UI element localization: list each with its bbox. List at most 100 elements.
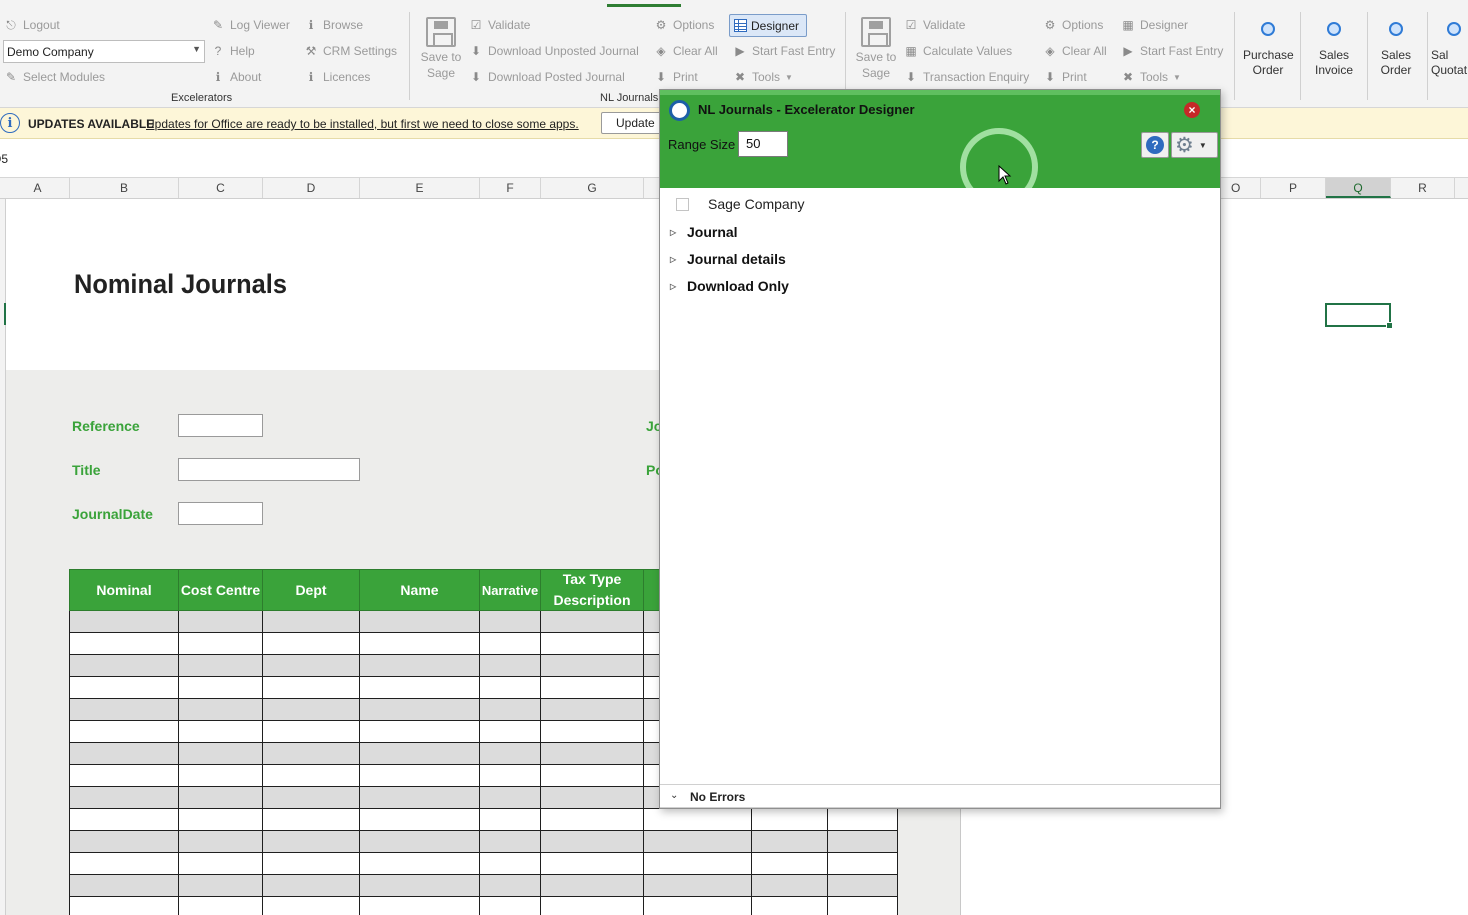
table-row[interactable]: [69, 875, 898, 897]
sage-company-checkbox[interactable]: [676, 198, 689, 211]
options-icon: ⚙: [655, 18, 667, 32]
page-title: Nominal Journals: [74, 269, 287, 299]
designer-pane[interactable]: NL Journals - Excelerator Designer × Ran…: [659, 89, 1221, 809]
clear-all-button-2[interactable]: ◈ Clear All: [1043, 44, 1106, 58]
options-icon: ⚙: [1044, 18, 1056, 32]
help-button[interactable]: ? Help: [211, 44, 255, 58]
pane-title-bar[interactable]: NL Journals - Excelerator Designer ×: [660, 90, 1220, 128]
company-select[interactable]: Demo Company ▼: [3, 40, 205, 63]
table-row[interactable]: [69, 897, 898, 915]
transaction-enquiry-button[interactable]: ⬇ Transaction Enquiry: [904, 70, 1029, 84]
update-message-link[interactable]: Updates for Office are ready to be insta…: [146, 117, 579, 131]
options-button[interactable]: ⚙ Options: [654, 18, 715, 32]
table-row[interactable]: [69, 809, 898, 831]
column-header-f[interactable]: F: [480, 178, 541, 198]
about-button[interactable]: ℹ About: [211, 70, 262, 84]
play-icon: ▶: [1123, 44, 1133, 58]
table-grid-line: [479, 611, 480, 915]
sales-quotation-button[interactable]: Sal Quotat: [1431, 22, 1468, 78]
download-icon: ⬇: [1044, 70, 1056, 84]
column-header-p[interactable]: P: [1261, 178, 1326, 198]
close-icon[interactable]: ×: [1184, 102, 1200, 118]
group-label-nl-journals: NL Journals: [600, 92, 659, 104]
start-fast-entry-button[interactable]: ▶ Start Fast Entry: [733, 44, 835, 58]
column-header-g[interactable]: G: [541, 178, 644, 198]
selected-cell-q5[interactable]: [1325, 303, 1393, 329]
download-icon: ⬇: [655, 70, 667, 84]
title-input[interactable]: [178, 458, 360, 481]
options-button-2[interactable]: ⚙ Options: [1043, 18, 1104, 32]
table-header-cost-centre: Cost Centre: [178, 569, 263, 611]
info-icon: ℹ: [308, 18, 314, 32]
expand-icon[interactable]: ▷: [670, 228, 678, 237]
group-separator: [845, 12, 846, 100]
licences-button[interactable]: ℹ Licences: [304, 70, 371, 84]
print-button-2[interactable]: ⬇ Print: [1043, 70, 1087, 84]
crm-settings-button[interactable]: ⚒ CRM Settings: [304, 44, 397, 58]
column-header-a[interactable]: A: [6, 178, 70, 198]
download-posted-journal-button[interactable]: ⬇ Download Posted Journal: [469, 70, 625, 84]
settings-dropdown-button[interactable]: ⚙ ▼: [1171, 132, 1218, 158]
expand-icon[interactable]: ▷: [670, 282, 678, 291]
pane-title: NL Journals - Excelerator Designer: [698, 102, 915, 117]
group-separator: [1300, 12, 1301, 100]
expand-icon[interactable]: ▷: [670, 255, 678, 264]
validate-button[interactable]: ☑ Validate: [469, 18, 531, 32]
tools-button-2[interactable]: ✖ Tools ▼: [1121, 70, 1181, 84]
calculate-values-button[interactable]: ▦ Calculate Values: [904, 44, 1012, 58]
eraser-icon: ◈: [1045, 44, 1055, 58]
browse-button[interactable]: ℹ Browse: [304, 18, 363, 32]
logout-button[interactable]: ⎋ Logout: [4, 18, 59, 33]
column-header-r[interactable]: R: [1391, 178, 1455, 198]
reference-input[interactable]: [178, 414, 263, 437]
question-icon: ?: [214, 44, 222, 58]
eraser-icon: ◈: [656, 44, 666, 58]
save-to-sage-button-2[interactable]: Save to Sage: [855, 17, 897, 81]
purchase-order-button[interactable]: Purchase Order: [1240, 22, 1296, 78]
select-modules-button[interactable]: ✎ Select Modules: [4, 70, 105, 84]
table-row[interactable]: [69, 831, 898, 853]
clear-all-button[interactable]: ◈ Clear All: [654, 44, 717, 58]
download-unposted-journal-button[interactable]: ⬇ Download Unposted Journal: [469, 44, 639, 58]
table-header-dept: Dept: [262, 569, 360, 611]
info-icon: ℹ: [215, 70, 221, 84]
log-viewer-button[interactable]: ✎ Log Viewer: [211, 18, 290, 32]
help-button[interactable]: ?: [1141, 132, 1169, 158]
print-button[interactable]: ⬇ Print: [654, 70, 698, 84]
sales-order-button[interactable]: Sales Order: [1370, 22, 1422, 78]
tree-node-journal[interactable]: ▷ Journal: [670, 224, 738, 240]
column-header-c[interactable]: C: [179, 178, 263, 198]
designer-button-2[interactable]: ▦ Designer: [1121, 18, 1188, 32]
tools-button[interactable]: ✖ Tools ▼: [733, 70, 793, 84]
journal-date-input[interactable]: [178, 502, 263, 525]
status-text: No Errors: [690, 790, 746, 804]
tree-item-sage-company[interactable]: Sage Company: [708, 196, 805, 212]
active-tab-indicator: [607, 4, 681, 7]
tree-node-journal-details[interactable]: ▷ Journal details: [670, 251, 786, 267]
column-header-o[interactable]: O: [1221, 178, 1261, 198]
invoice-icon: [1327, 22, 1341, 36]
designer-button[interactable]: Designer: [729, 14, 807, 37]
reference-label: Reference: [72, 418, 140, 434]
column-header-e[interactable]: E: [360, 178, 480, 198]
column-header-q[interactable]: Q: [1326, 178, 1391, 198]
name-box[interactable]: Q5: [0, 152, 8, 166]
column-header-b[interactable]: B: [70, 178, 179, 198]
tree-node-download-only[interactable]: ▷ Download Only: [670, 278, 789, 294]
designer-tree[interactable]: Sage Company ▷ Journal ▷ Journal details ▷…: [660, 188, 1220, 780]
status-bar[interactable]: ⌄ No Errors: [660, 784, 1220, 808]
validate-button-2[interactable]: ☑ Validate: [904, 18, 966, 32]
group-separator: [1367, 12, 1368, 100]
start-fast-entry-button-2[interactable]: ▶ Start Fast Entry: [1121, 44, 1223, 58]
checkbox-icon: ☑: [470, 18, 482, 32]
range-size-input[interactable]: 50: [738, 131, 788, 157]
column-header-d[interactable]: D: [263, 178, 360, 198]
sales-invoice-button[interactable]: Sales Invoice: [1306, 22, 1362, 78]
chevron-down-icon: ▼: [192, 44, 201, 54]
chevron-down-icon[interactable]: ⌄: [670, 790, 678, 801]
save-to-sage-button[interactable]: Save to Sage: [420, 17, 462, 81]
table-row[interactable]: [69, 853, 898, 875]
chevron-down-icon: ▼: [1198, 140, 1207, 150]
group-label-excelerators: Excelerators: [171, 92, 233, 104]
download-icon: ⬇: [470, 70, 482, 84]
